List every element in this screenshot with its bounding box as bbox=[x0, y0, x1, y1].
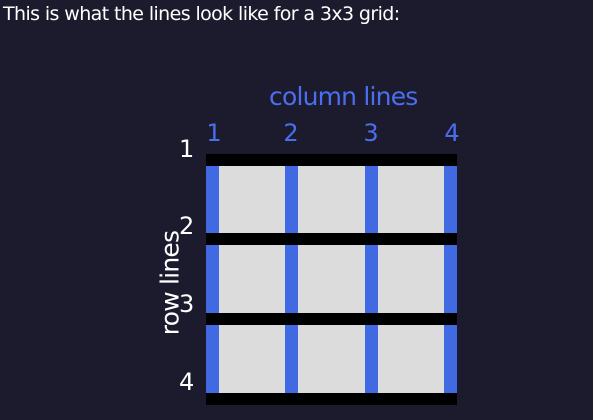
column-line-number-3: 3 bbox=[363, 119, 379, 147]
row-lines-label: row lines bbox=[155, 230, 185, 336]
row-line-number-4: 4 bbox=[179, 368, 195, 396]
row-line-4 bbox=[206, 393, 457, 405]
row-line-1 bbox=[206, 154, 457, 166]
caption-text: This is what the lines look like for a 3… bbox=[3, 3, 400, 25]
row-line-number-3: 3 bbox=[179, 290, 195, 318]
column-line-4 bbox=[444, 154, 457, 405]
column-line-3 bbox=[365, 154, 378, 405]
column-line-1 bbox=[206, 154, 219, 405]
column-lines-label: column lines bbox=[269, 82, 418, 111]
column-line-number-1: 1 bbox=[206, 119, 222, 147]
row-line-3 bbox=[206, 313, 457, 325]
column-line-2 bbox=[285, 154, 298, 405]
column-line-number-2: 2 bbox=[283, 119, 299, 147]
grid-diagram bbox=[206, 154, 457, 405]
row-line-2 bbox=[206, 233, 457, 245]
column-line-number-4: 4 bbox=[444, 119, 460, 147]
row-line-number-1: 1 bbox=[179, 135, 195, 163]
row-line-number-2: 2 bbox=[179, 212, 195, 240]
